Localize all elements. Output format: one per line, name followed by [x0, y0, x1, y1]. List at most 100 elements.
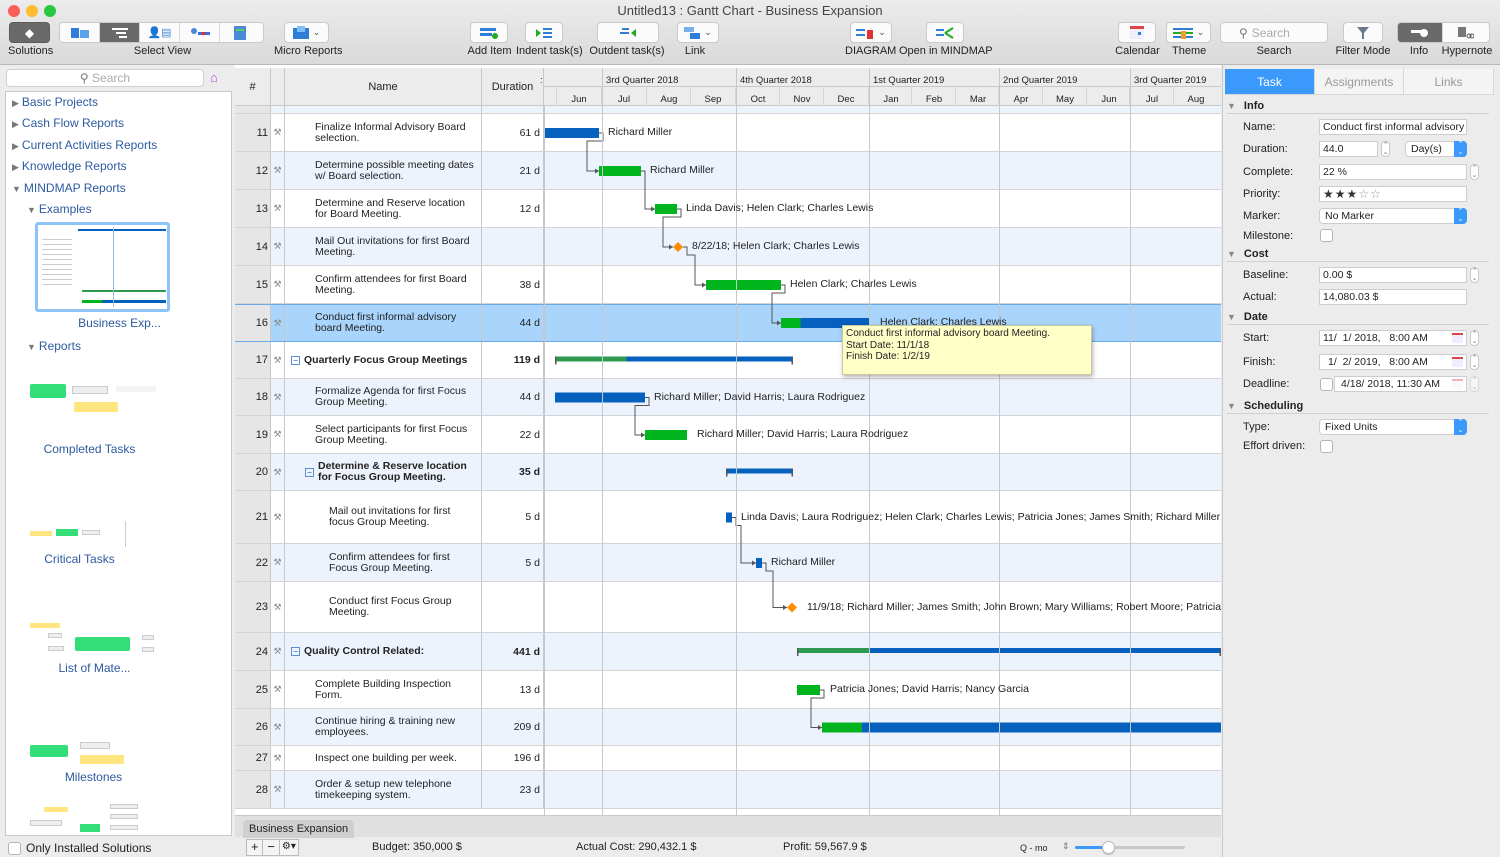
task-type-icon[interactable]: ⚒ [271, 633, 285, 670]
duration-stepper[interactable]: ⌃ ⌄ [1381, 141, 1390, 157]
task-type-icon[interactable]: ⚒ [271, 454, 285, 490]
solutions-button[interactable]: ◆ [9, 22, 50, 43]
star-empty-icon[interactable]: ☆ [1358, 187, 1370, 201]
tree-item-reports[interactable]: ▼ Reports [27, 339, 81, 353]
report-milestones[interactable]: Milestones [6, 770, 207, 784]
report-list-of-materials[interactable]: List of Mate... [6, 661, 208, 675]
task-name-cell[interactable]: Complete Building Inspection Form. [285, 671, 482, 708]
gear-icon[interactable]: ⚙▾ [280, 840, 298, 855]
table-row[interactable]: 28 ⚒ Order & setup new telephone timekeepi… [235, 771, 1221, 809]
star-filled-icon[interactable]: ★ [1323, 187, 1335, 201]
open-mindmap-button[interactable] [926, 22, 964, 43]
table-row[interactable] [235, 106, 1221, 114]
micro-reports-button[interactable]: ⌄ [284, 22, 329, 43]
actual-cost-field[interactable]: 14,080.03 $ [1319, 289, 1467, 305]
view-resources-button[interactable]: 👤▤ [140, 23, 180, 42]
duration-cell[interactable]: 22 d [482, 416, 544, 453]
duration-cell[interactable]: 441 d [482, 633, 544, 670]
task-name-cell[interactable]: Determine and Reserve location for Board… [285, 190, 482, 227]
baseline-stepper[interactable]: ⌃ ⌄ [1470, 267, 1479, 283]
duration-cell[interactable]: 119 d [482, 342, 544, 378]
task-name-cell[interactable]: Determine possible meeting dates w/ Boar… [285, 152, 482, 189]
table-row[interactable]: 25 ⚒ Complete Building Inspection Form. 13 … [235, 671, 1221, 709]
task-type-icon[interactable]: ⚒ [271, 190, 285, 227]
view-resource-usage-button[interactable] [180, 23, 220, 42]
duration-cell[interactable]: 23 d [482, 771, 544, 808]
tree-item-basic-projects[interactable]: ▶ Basic Projects [12, 95, 98, 109]
duration-cell[interactable]: 61 d [482, 114, 544, 151]
column-header-duration[interactable]: Duration [482, 68, 544, 106]
duration-cell[interactable]: 196 d [482, 746, 544, 770]
task-name-cell[interactable]: − Quarterly Focus Group Meetings [285, 342, 482, 378]
toolbar-search-input[interactable]: ⚲ Search [1220, 22, 1328, 43]
start-date-stepper[interactable]: ⌃ ⌄ [1470, 330, 1479, 346]
task-name-cell[interactable]: Confirm attendees for first Board Meetin… [285, 266, 482, 303]
hypernote-button[interactable] [1443, 23, 1489, 42]
duration-cell[interactable] [482, 228, 544, 265]
solutions-browser-icon[interactable]: ⌂ [210, 70, 218, 85]
tab-links[interactable]: Links [1404, 69, 1494, 95]
sidebar-search-input[interactable]: ⚲ Search [6, 69, 204, 87]
task-name-cell[interactable]: Select participants for first Focus Grou… [285, 416, 482, 453]
section-scheduling[interactable]: ▼ Scheduling [1227, 400, 1489, 414]
table-row[interactable]: 26 ⚒ Continue hiring & training new employ… [235, 709, 1221, 746]
duration-cell[interactable]: 38 d [482, 266, 544, 303]
checkbox[interactable] [8, 841, 21, 855]
calendar-button[interactable] [1118, 22, 1156, 43]
task-name-cell[interactable]: Finalize Informal Advisory Board selecti… [285, 114, 482, 151]
tab-assignments[interactable]: Assignments [1315, 69, 1404, 95]
star-filled-icon[interactable]: ★ [1335, 187, 1347, 201]
duration-cell[interactable]: 21 d [482, 152, 544, 189]
task-name-cell[interactable]: Order & setup new telephone timekeeping … [285, 771, 482, 808]
task-type-icon[interactable]: ⚒ [271, 709, 285, 745]
info-hypernote-control[interactable] [1397, 22, 1490, 43]
finish-date-stepper[interactable]: ⌃ ⌄ [1470, 354, 1479, 370]
task-type-icon[interactable]: ⚒ [271, 342, 285, 378]
task-type-icon[interactable]: ⚒ [271, 771, 285, 808]
task-name-cell[interactable]: Inspect one building per week. [285, 746, 482, 770]
table-row[interactable]: 20 ⚒ − Determine & Reserve location for Foc… [235, 454, 1221, 491]
priority-rating[interactable]: ★★★☆☆ [1319, 186, 1467, 202]
baseline-field[interactable]: 0.00 $ [1319, 267, 1467, 283]
link-button[interactable]: ⌄ [677, 22, 719, 43]
task-name-cell[interactable]: Conduct first informal advisory board Me… [285, 305, 482, 341]
column-header-icon[interactable] [271, 68, 285, 106]
marker-select[interactable]: No Marker ⌃ ⌄ [1319, 208, 1467, 224]
task-type-icon[interactable]: ⚒ [271, 544, 285, 581]
sheet-tab-business-expansion[interactable]: Business Expansion [243, 820, 355, 838]
report-completed-tasks[interactable]: Completed Tasks [6, 442, 203, 456]
milestone-checkbox[interactable] [1320, 229, 1333, 242]
zoom-slider-knob[interactable] [1102, 841, 1115, 854]
add-item-button[interactable] [470, 22, 508, 43]
duration-cell[interactable] [482, 582, 544, 632]
scheduling-type-select[interactable]: Fixed Units ⌃ ⌄ [1319, 419, 1467, 435]
filter-mode-button[interactable] [1343, 22, 1383, 43]
add-sheet-button[interactable]: + [247, 840, 264, 855]
duration-cell[interactable]: 5 d [482, 491, 544, 543]
info-button[interactable] [1398, 23, 1444, 42]
zoom-slider[interactable] [1075, 841, 1185, 854]
section-info[interactable]: ▼ Info [1227, 100, 1489, 114]
table-row[interactable]: 12 ⚒ Determine possible meeting dates w/ B… [235, 152, 1221, 190]
collapse-icon[interactable]: − [291, 647, 300, 656]
only-installed-solutions-checkbox[interactable]: Only Installed Solutions [8, 841, 151, 855]
report-critical-tasks[interactable]: Critical Tasks [6, 552, 193, 566]
duration-cell[interactable]: 13 d [482, 671, 544, 708]
task-name-cell[interactable]: Continue hiring & training new employees… [285, 709, 482, 745]
complete-stepper[interactable]: ⌃ ⌄ [1470, 164, 1479, 180]
task-type-icon[interactable]: ⚒ [271, 114, 285, 151]
task-type-icon[interactable]: ⚒ [271, 491, 285, 543]
section-date[interactable]: ▼ Date [1227, 311, 1489, 325]
table-row[interactable]: 27 ⚒ Inspect one building per week. 196 d [235, 746, 1221, 771]
zoom-stepper[interactable]: ⇕ [1062, 841, 1070, 852]
effort-driven-checkbox[interactable] [1320, 440, 1333, 453]
section-cost[interactable]: ▼ Cost [1227, 248, 1489, 262]
column-header-number[interactable]: # [235, 68, 271, 106]
finish-date-field[interactable]: 1/ 2/ 2019, 8:00 AM [1319, 354, 1467, 370]
task-type-icon[interactable]: ⚒ [271, 416, 285, 453]
task-type-icon[interactable]: ⚒ [271, 228, 285, 265]
indent-button[interactable] [525, 22, 563, 43]
start-date-field[interactable]: 11/ 1/ 2018, 8:00 AM [1319, 330, 1467, 346]
tree-item-examples[interactable]: ▼ Examples [27, 202, 92, 216]
task-name-cell[interactable]: Formalize Agenda for first Focus Group M… [285, 379, 482, 415]
